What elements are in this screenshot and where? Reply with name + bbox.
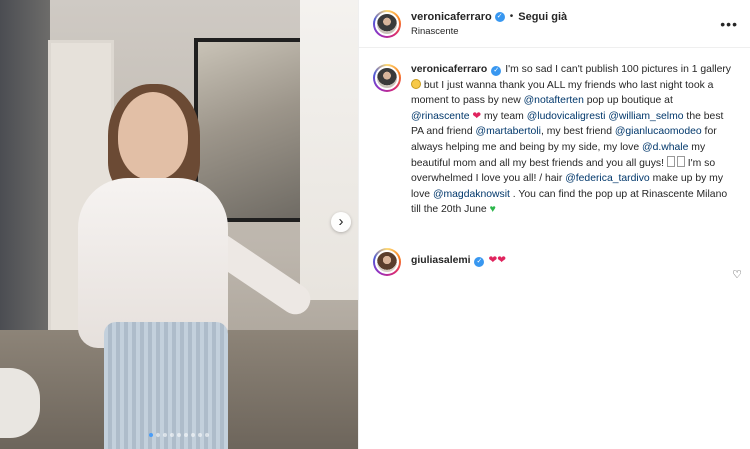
post-photo[interactable]: › [0,0,358,449]
comments-list: veronicaferraro ✓ I'm so sad I can't publi… [359,48,750,276]
author-info: veronicaferraro ✓ • Segui già Rinascente [411,11,567,37]
smile-emoji-icon [411,78,421,89]
author-avatar[interactable] [373,9,401,38]
mention-link[interactable]: @rinascente [411,111,470,122]
carousel-indicator [0,433,358,437]
mention-link[interactable]: @notafterten [524,95,584,106]
commenter-avatar-image [375,249,399,274]
carousel-dot [198,433,202,437]
red-heart-emoji-icon: ❤ [472,110,482,122]
mention-link[interactable]: @federica_tardivo [565,173,649,184]
instagram-post: › veronicaferraro ✓ • Segui già Rinascen… [0,0,750,449]
following-button[interactable]: Segui già [518,11,567,23]
caption-text: veronicaferraro ✓ I'm so sad I can't publi… [411,62,733,218]
verified-badge-icon: ✓ [494,11,505,22]
carousel-dot [156,433,160,437]
photo-person-head [118,92,188,180]
post-location[interactable]: Rinascente [411,26,567,37]
carousel-dot [149,433,153,437]
photo-window [300,0,358,300]
separator-dot: • [509,11,514,22]
verified-badge-icon: ✓ [491,66,502,76]
caption-comment: veronicaferraro ✓ I'm so sad I can't publi… [373,62,736,218]
post-header: veronicaferraro ✓ • Segui già Rinascente… [359,0,750,48]
caption-author-avatar-image [375,66,399,90]
mention-link[interactable]: @william_selmo [608,111,683,122]
caption-part: my team [481,110,527,122]
heart-like-icon[interactable]: ♡ [732,268,742,281]
carousel-dot [191,433,195,437]
red-hearts-emoji-icon: ❤❤ [488,255,506,267]
post-details-panel: veronicaferraro ✓ • Segui già Rinascente… [358,0,750,449]
commenter-username[interactable]: giuliasalemi [411,255,470,266]
caption-part: , my best friend [540,126,615,138]
comment-text: giuliasalemi ✓ ❤❤ [411,253,711,269]
mention-link[interactable]: @martabertoli [476,126,541,137]
mention-link[interactable]: @d.whale [642,142,688,153]
commenter-avatar[interactable] [373,247,401,276]
emoji-placeholder-icon [676,155,685,167]
verified-badge-icon: ✓ [474,257,485,268]
carousel-dot [170,433,174,437]
caption-username[interactable]: veronicaferraro [411,64,487,75]
caption-part: pop up boutique at [583,95,673,107]
author-username[interactable]: veronicaferraro [411,11,492,23]
author-avatar-image [375,11,399,36]
caption-part: I'm so sad I can't publish 100 pictures … [505,64,732,75]
photo-person-jeans [104,322,228,449]
green-heart-emoji-icon: ♥ [489,204,496,216]
author-row: veronicaferraro ✓ • Segui già [411,11,567,23]
mention-link[interactable]: @magdaknowsit [433,189,510,200]
carousel-dot [163,433,167,437]
carousel-dot [205,433,209,437]
emoji-placeholder-icon [666,155,675,167]
carousel-dot [184,433,188,437]
next-slide-button[interactable]: › [331,212,351,232]
mention-link[interactable]: @ludovicaligresti [527,111,606,122]
caption-author-avatar[interactable] [373,64,401,92]
more-options-icon[interactable]: ••• [720,16,738,32]
comment-item: giuliasalemi ✓ ❤❤ [373,246,736,276]
chevron-right-icon: › [338,212,344,230]
mention-link[interactable]: @gianlucaomodeo [615,126,702,137]
carousel-dot [177,433,181,437]
